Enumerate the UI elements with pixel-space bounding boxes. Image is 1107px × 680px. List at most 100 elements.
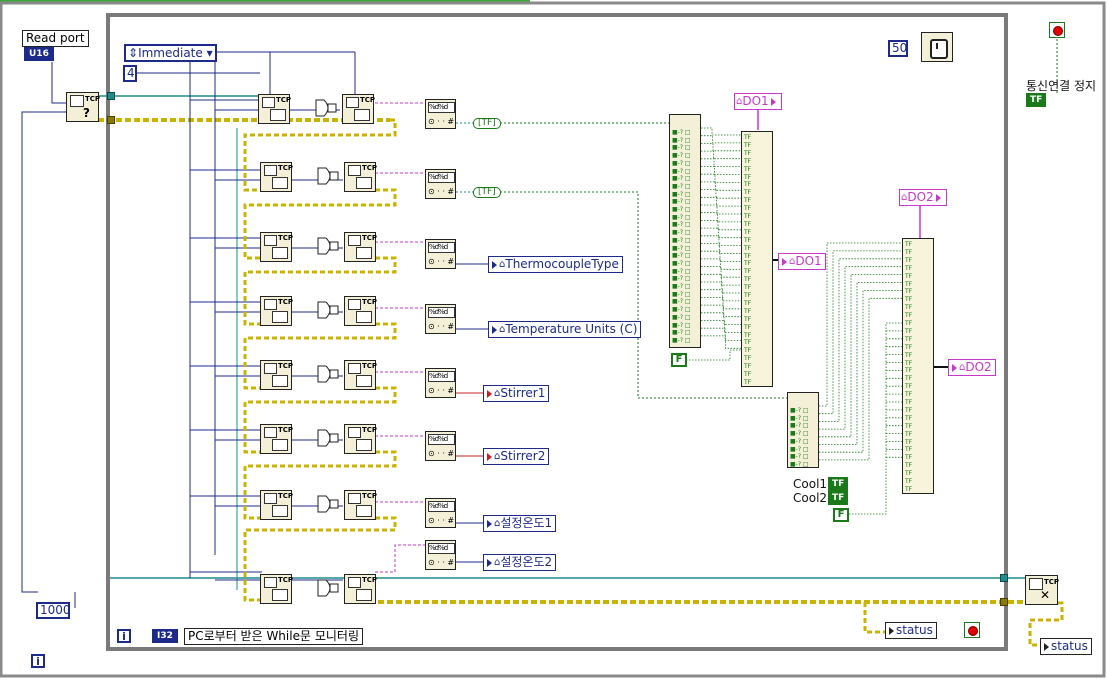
array-to-boolean-2[interactable]: ■-? □ ■-? □ ■-? □ ■-? □ ■-? □ ■-? □ ■-? □ ■-? □	[787, 392, 819, 468]
bundle-element: TF	[905, 414, 913, 422]
bundle-element: TF	[744, 157, 752, 165]
setpoint1-indicator[interactable]: ⌂설정온도1	[483, 515, 557, 532]
array-element: ■-? □	[672, 252, 691, 260]
scan-from-string-1[interactable]: %d%d ⊙ · · #	[425, 99, 456, 129]
bundle-element: TF	[905, 367, 913, 375]
false-constant-1[interactable]: F	[671, 353, 687, 367]
bundle-element: TF	[744, 228, 752, 236]
shift-register-tunnel	[107, 92, 115, 100]
tcp-read-1-row-1[interactable]: TCP	[258, 94, 291, 124]
setpoint2-indicator[interactable]: ⌂설정온도2	[483, 554, 557, 571]
array-element: ■-? □	[672, 167, 691, 175]
bundle-element: TF	[744, 213, 752, 220]
bundle-element: TF	[905, 478, 913, 485]
bundle-element: TF	[744, 220, 752, 228]
scan-from-string-2[interactable]: %d%d ⊙ · · #	[425, 169, 456, 199]
select-node-row-8	[316, 578, 340, 598]
tcp-read-1-row-8[interactable]: TCP	[260, 574, 293, 604]
do2-indicator[interactable]: ⌂DO2	[948, 359, 996, 376]
wait-ms-icon[interactable]	[921, 32, 953, 62]
scan-from-string-5[interactable]: %d%d ⊙ · · #	[425, 368, 456, 398]
stirrer1-indicator[interactable]: ⌂Stirrer1	[483, 385, 550, 402]
read-port-control[interactable]: U16	[24, 47, 54, 61]
temp-units-indicator[interactable]: ⌂Temperature Units (C)	[488, 321, 642, 338]
bundle-element: TF	[905, 248, 913, 256]
tcp-read-1-row-7[interactable]: TCP	[260, 490, 293, 520]
do1-indicator[interactable]: ⌂DO1	[778, 253, 826, 270]
mode-ring[interactable]: ⇕Immediate ▾	[124, 44, 217, 62]
status-outer-indicator[interactable]: status	[1040, 638, 1092, 655]
bundle-element: TF	[744, 205, 752, 213]
const-4[interactable]: 4	[123, 65, 137, 82]
bundle-element: TF	[905, 320, 913, 327]
bundle-element: TF	[905, 241, 913, 248]
bundle-do1[interactable]: TF TF TF TF TF TF TF TF TF TF TF TF TF TF TF TF TF TF TF TF…	[741, 131, 773, 387]
bundle-element: TF	[744, 347, 752, 355]
tcp-read-1-row-5[interactable]: TCP	[260, 360, 293, 390]
led-icon	[968, 626, 978, 636]
bundle-element: TF	[905, 335, 913, 343]
bundle-element: TF	[744, 141, 752, 149]
cool2-control[interactable]: TF	[828, 491, 849, 505]
array-element: ■-? □	[672, 152, 691, 160]
stop-control[interactable]: TF	[1026, 93, 1047, 107]
tcp-open-icon[interactable]: TCP ?	[66, 92, 100, 122]
tcp-close-icon[interactable]: TCP ✕	[1025, 575, 1059, 605]
scan-from-string-7[interactable]: %d%d ⊙ · · #	[425, 498, 456, 528]
array-element: ■-? □	[790, 437, 809, 445]
bundle-element: TF	[744, 173, 752, 181]
tcp-read-2-row-5[interactable]: TCP	[344, 360, 377, 390]
do2-top-indicator[interactable]: ⌂DO2	[899, 189, 947, 206]
stirrer2-indicator[interactable]: ⌂Stirrer2	[483, 448, 550, 465]
const-1000[interactable]: 1000	[36, 602, 71, 619]
i32-indicator[interactable]: I32	[152, 629, 178, 643]
bundle-element: TF	[744, 363, 752, 371]
tcp-read-2-row-1[interactable]: TCP	[342, 94, 375, 124]
do1-top-indicator[interactable]: ⌂DO1	[734, 93, 782, 110]
scan-from-string-8[interactable]: %d%d ⊙ · · #	[425, 540, 456, 570]
bundle-element: TF	[744, 323, 752, 331]
array-element: ■-? □	[672, 175, 691, 183]
scan-from-string-4[interactable]: %d%d ⊙ · · #	[425, 304, 456, 334]
array-element: ■-? □	[672, 198, 691, 206]
tcp-read-2-row-7[interactable]: TCP	[344, 490, 377, 520]
tcp-read-1-row-6[interactable]: TCP	[260, 424, 293, 454]
bundle-element: TF	[905, 304, 913, 312]
scan-from-string-3[interactable]: %d%d ⊙ · · #	[425, 239, 456, 269]
bundle-element: TF	[744, 355, 752, 363]
stop-button[interactable]	[1049, 22, 1065, 38]
tcp-read-1-row-3[interactable]: TCP	[260, 232, 293, 262]
status-inner-indicator[interactable]: status	[885, 622, 937, 639]
tcp-read-2-row-4[interactable]: TCP	[344, 296, 377, 326]
array-element: ■-? □	[672, 259, 691, 267]
false-constant-2[interactable]: F	[833, 508, 849, 522]
tcp-read-2-row-2[interactable]: TCP	[344, 162, 377, 192]
bundle-element: TF	[905, 391, 913, 399]
ring-arrows-icon: ⇕	[128, 46, 139, 60]
thermocouple-indicator[interactable]: ⌂ThermocoupleType	[488, 256, 623, 273]
error-tunnel-out	[1000, 598, 1008, 606]
bundle-element: TF	[905, 399, 913, 406]
error-tunnel	[107, 116, 115, 124]
tcp-read-2-row-3[interactable]: TCP	[344, 232, 377, 262]
const-50[interactable]: 50	[888, 40, 908, 57]
conn-tunnel-out	[1000, 574, 1008, 582]
array-element: ■-? □	[672, 144, 691, 152]
array-to-boolean-1[interactable]: ■-? □ ■-? □ ■-? □ ■-? □ ■-? □ ■-? □ ■-? □ ■-? □…	[669, 114, 701, 348]
tcp-read-1-row-2[interactable]: TCP	[260, 162, 293, 192]
read-port-label: Read port	[22, 30, 89, 47]
tcp-read-1-row-4[interactable]: TCP	[260, 296, 293, 326]
cool1-control[interactable]: TF	[828, 477, 849, 491]
array-element: ■-? □	[790, 407, 809, 414]
array-element: ■-? □	[790, 430, 809, 438]
scan-from-string-6[interactable]: %d%d ⊙ · · #	[425, 431, 456, 461]
bundle-do2[interactable]: TF TF TF TF TF TF TF TF TF TF TF TF TF TF TF TF TF TF TF TF…	[902, 238, 934, 494]
tcp-read-2-row-6[interactable]: TCP	[344, 424, 377, 454]
bundle-element: TF	[905, 327, 913, 335]
select-node-row-4	[316, 300, 340, 320]
block-diagram: Read port U16 TCP ? ⇕Immediate ▾ 4 [TF] …	[0, 0, 1107, 680]
tcp-read-2-row-8[interactable]: TCP	[344, 574, 377, 604]
bundle-element: TF	[744, 189, 752, 197]
bundle-element: TF	[744, 134, 752, 141]
array-element: ■-? □	[672, 190, 691, 198]
